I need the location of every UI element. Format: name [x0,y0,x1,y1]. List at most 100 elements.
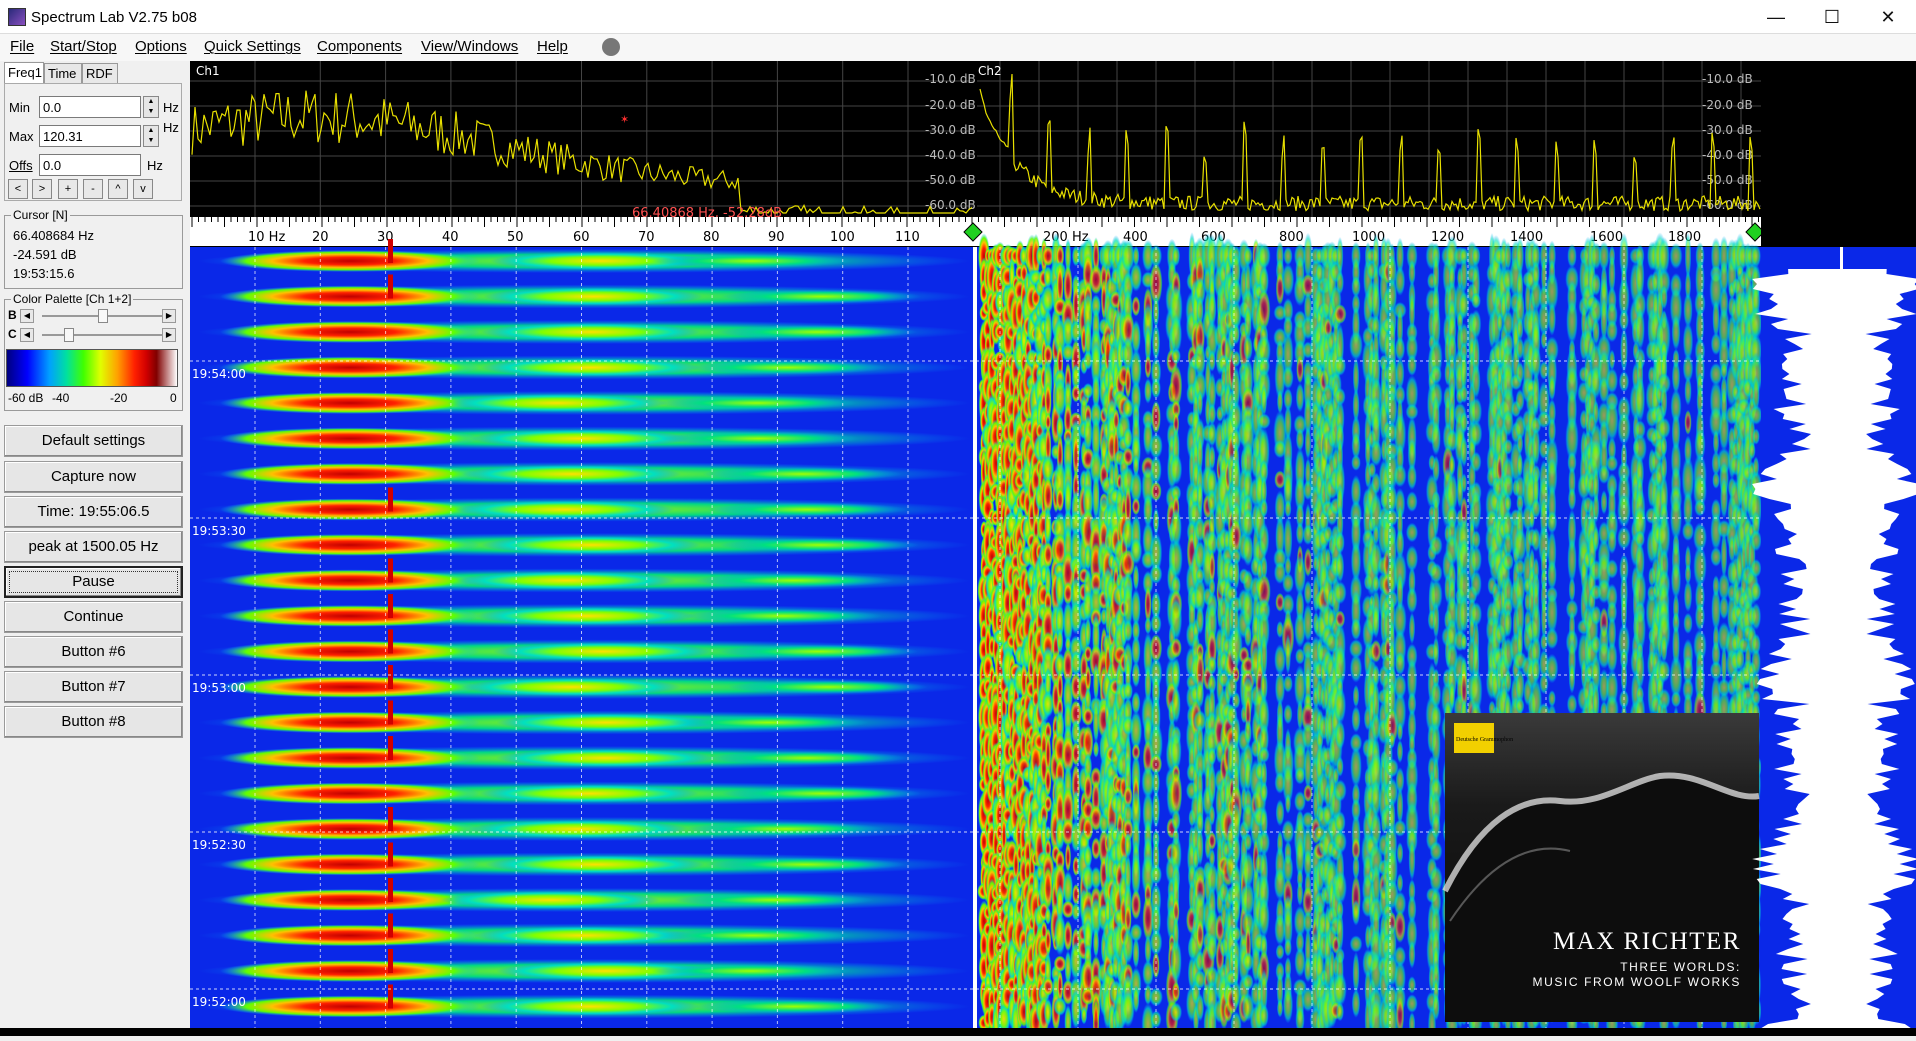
close-button[interactable]: ✕ [1860,0,1916,34]
waterfall-hot-spot [220,569,480,592]
waterfall-hot-spot [220,818,480,840]
pause-button[interactable]: Pause [4,566,183,598]
waterfall-streak [1545,653,1559,684]
brightness-right-arrow[interactable]: ▶ [162,309,176,323]
waterfall-streak [1260,383,1268,417]
waterfall-streak [1684,409,1692,436]
waterfall-streak [1335,270,1345,295]
contrast-slider[interactable]: ◀ ▶ [20,328,178,342]
waterfall-warm-spot [480,358,701,377]
waterfall-streak [1545,627,1559,650]
waterfall-streak [1295,382,1305,413]
color-palette-bar [6,349,178,387]
waterfall-streak [1429,841,1443,862]
waterfall-streak [1406,586,1418,614]
time-label: 19:52:30 [192,838,246,852]
tab-rdf[interactable]: RDF [82,63,118,83]
peak-button[interactable]: peak at 1500.05 Hz [4,531,183,563]
waterfall-line-mark [388,629,393,654]
continue-button[interactable]: Continue [4,601,183,633]
contrast-right-arrow[interactable]: ▶ [162,328,176,342]
default-settings-button[interactable]: Default settings [4,425,183,457]
waterfall-streak [1750,602,1762,631]
button-6[interactable]: Button #6 [4,636,183,668]
waterfall-streak [1259,1003,1269,1028]
brightness-thumb[interactable] [98,309,108,323]
waterfall-streak [1567,487,1577,511]
waterfall-mid-spot [721,786,922,801]
waterfall-streak [1082,382,1094,400]
min-input[interactable]: 0.0 [39,96,141,118]
menu-options[interactable]: Options [135,38,187,55]
freq-label: 60 [573,230,590,245]
waterfall-streak [1284,499,1292,518]
maximize-button[interactable]: ☐ [1804,0,1860,34]
button-7[interactable]: Button #7 [4,671,183,703]
db-label: -30.0 dB [925,123,976,137]
step-left-button[interactable]: < [8,179,28,199]
waterfall-streak [1171,245,1181,267]
time-label: 19:53:00 [192,681,246,695]
waterfall-streak [1567,243,1577,269]
menu-start-stop[interactable]: Start/Stop [50,38,117,55]
zoom-in-button[interactable]: + [58,179,78,199]
waterfall-streak [1660,633,1668,663]
waterfall-streak [1281,263,1295,297]
waterfall-streak [1258,895,1270,939]
waterfall-streak [1336,236,1344,276]
zoom-out-button[interactable]: - [83,179,103,199]
max-spinner[interactable]: ▲ ▼ [143,125,159,147]
waterfall-streak [1284,938,1292,957]
contrast-thumb[interactable] [64,328,74,342]
waterfall-streak [1063,920,1073,952]
step-right-button[interactable]: > [32,179,52,199]
waterfall-line-mark [388,736,393,760]
waterfall-streak [1432,992,1440,1021]
offs-input[interactable]: 0.0 [39,154,141,176]
waterfall-mid-spot [727,680,928,694]
contrast-left-arrow[interactable]: ◀ [20,328,34,342]
shift-up-button[interactable]: ^ [108,179,128,199]
button-8[interactable]: Button #8 [4,706,183,738]
min-spinner[interactable]: ▲ ▼ [143,96,159,118]
db-label: -40.0 dB [925,148,976,162]
max-input[interactable]: 120.31 [39,125,141,147]
left-panel: Freq1 Time RDF Min 0.0 ▲ ▼ Hz Max 120.31 … [0,61,188,1036]
album-line2: MUSIC FROM WOOLF WORKS [1532,975,1741,989]
menu-components[interactable]: Components [317,38,402,55]
brightness-left-arrow[interactable]: ◀ [20,309,34,323]
waterfall-streak [1396,873,1404,893]
minimize-button[interactable]: — [1748,0,1804,34]
max-label: Max [9,129,34,144]
waterfall-streak [1171,348,1181,365]
menu-quick-settings[interactable]: Quick Settings [204,38,301,55]
waterfall-streak [1503,607,1513,638]
waterfall-mid-spot [652,928,853,943]
waterfall-hot-spot [220,747,480,769]
waterfall-streak [1044,506,1052,547]
waterfall-streak [1396,739,1404,764]
spectrum-display[interactable]: Ch1 Ch2 -10.0 dB -20.0 dB -30.0 dB -40.0… [190,61,1916,1041]
brightness-slider[interactable]: ◀ ▶ [20,309,178,323]
waterfall-streak [1608,349,1616,371]
waterfall-streak [1283,246,1293,266]
menu-file[interactable]: File [10,38,34,55]
capture-now-button[interactable]: Capture now [4,461,183,493]
waterfall-streak [1396,786,1404,825]
menu-view-windows[interactable]: View/Windows [421,38,518,55]
waterfall-mid-spot [651,254,852,268]
waterfall-streak [1605,367,1619,394]
waterfall-line-mark [388,594,393,618]
tab-freq1[interactable]: Freq1 [4,62,44,84]
app-icon [8,8,26,26]
waterfall-streak [1303,603,1313,643]
shift-down-button[interactable]: v [133,179,153,199]
waterfall-streak [1369,439,1383,467]
waterfall-streak [1751,647,1761,677]
waterfall-streak [1720,531,1728,579]
menu-help[interactable]: Help [537,38,568,55]
waterfall-streak [1516,452,1524,478]
tab-time[interactable]: Time [44,63,82,83]
waterfall-streak [1372,603,1380,639]
time-button[interactable]: Time: 19:55:06.5 [4,496,183,528]
